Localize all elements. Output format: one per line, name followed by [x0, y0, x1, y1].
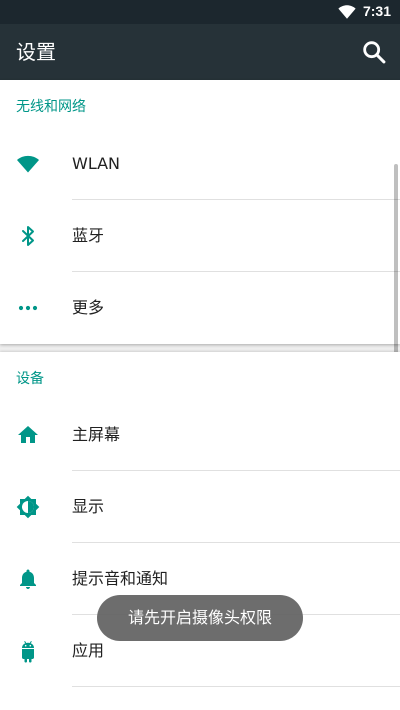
status-bar: 7:31: [0, 0, 400, 24]
settings-item-label: 主屏幕: [72, 425, 121, 444]
settings-item-label: 更多: [72, 298, 105, 317]
wireless-network-section: 无线和网络 WLAN 蓝牙 更多: [0, 80, 400, 380]
scrollbar[interactable]: [394, 164, 398, 380]
settings-item-bluetooth[interactable]: 蓝牙: [0, 200, 400, 272]
brightness-icon: [16, 495, 40, 519]
wifi-icon: [338, 5, 356, 19]
settings-item-home-screen[interactable]: 主屏幕: [0, 399, 400, 471]
settings-item-label: 提示音和通知: [72, 569, 169, 588]
app-bar: 设置: [0, 24, 400, 80]
section-title-device: 设备: [16, 371, 44, 387]
bell-icon: [20, 569, 36, 589]
settings-item-more[interactable]: 更多: [0, 272, 400, 344]
more-horiz-icon: [18, 305, 38, 311]
settings-item-wlan[interactable]: WLAN: [0, 128, 400, 200]
home-icon: [18, 426, 38, 443]
toast-message: 请先开启摄像头权限: [97, 595, 303, 641]
page-title: 设置: [16, 40, 56, 64]
bluetooth-icon: [22, 226, 34, 246]
settings-item-label: WLAN: [72, 154, 121, 173]
settings-item-label: 蓝牙: [72, 226, 105, 245]
divider: [72, 686, 400, 687]
section-title-wireless: 无线和网络: [16, 99, 86, 115]
settings-item-label: 显示: [72, 497, 105, 516]
device-section: 设备 主屏幕 显示 提示音和通知 应用: [0, 352, 400, 710]
wifi-icon: [17, 155, 39, 173]
status-time: 7:31: [362, 3, 391, 19]
search-icon[interactable]: [360, 38, 388, 66]
android-icon: [22, 640, 34, 663]
settings-item-label: 应用: [72, 641, 105, 660]
settings-item-display[interactable]: 显示: [0, 471, 400, 543]
